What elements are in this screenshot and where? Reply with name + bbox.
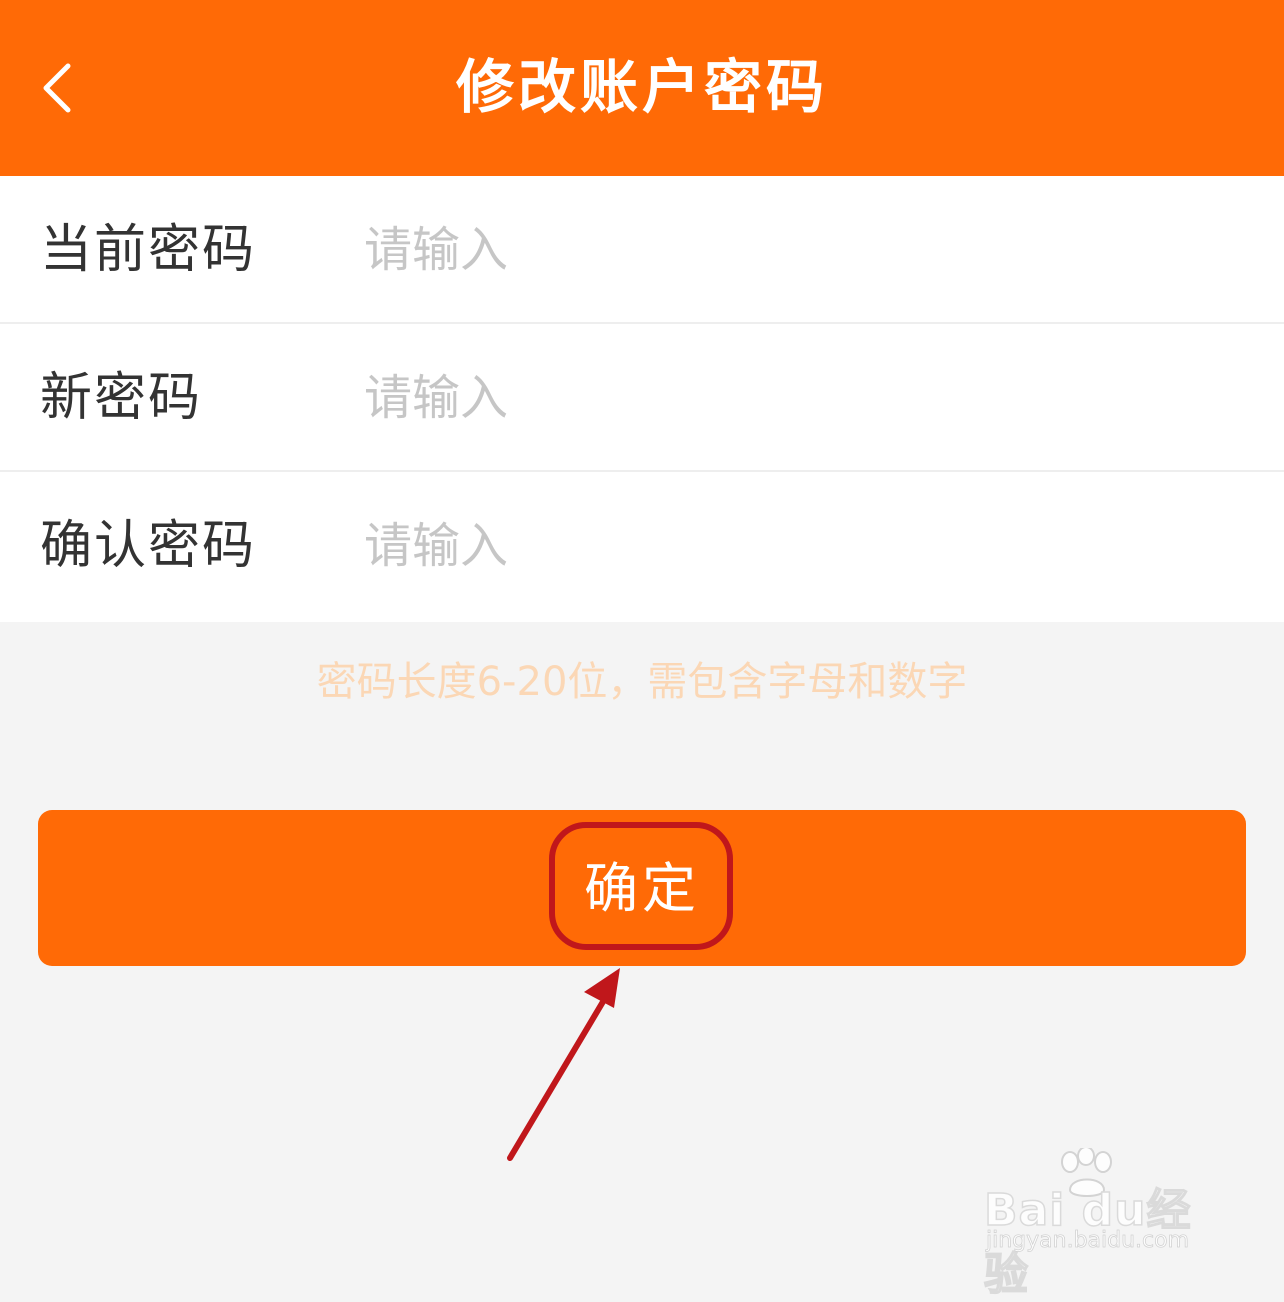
page-title: 修改账户密码 xyxy=(455,53,828,121)
baidu-jingyan-watermark: Bai du经验 jingyan.baidu.com xyxy=(983,1148,1224,1301)
confirm-password-row: 确认密码 xyxy=(0,472,1284,622)
password-form: 当前密码 新密码 确认密码 xyxy=(0,176,1284,622)
new-password-label: 新密码 xyxy=(40,368,203,428)
arrow-icon xyxy=(507,997,607,1161)
top-nav-bar: 修改账户密码 xyxy=(0,0,1284,176)
current-password-label: 当前密码 xyxy=(40,220,257,280)
current-password-input[interactable] xyxy=(362,210,1244,290)
new-password-input[interactable] xyxy=(362,358,1244,438)
new-password-row: 新密码 xyxy=(0,324,1284,472)
current-password-row: 当前密码 xyxy=(0,176,1284,324)
confirm-password-input[interactable] xyxy=(362,506,1244,586)
confirm-password-label: 确认密码 xyxy=(40,516,257,576)
password-rule-hint: 密码长度6-20位，需包含字母和数字 xyxy=(316,659,968,705)
confirm-button-label: 确定 xyxy=(584,857,700,920)
confirm-button[interactable]: 确定 xyxy=(38,810,1246,966)
watermark-url: jingyan.baidu.com xyxy=(986,1228,1190,1254)
arrow-head-icon xyxy=(584,968,620,1008)
